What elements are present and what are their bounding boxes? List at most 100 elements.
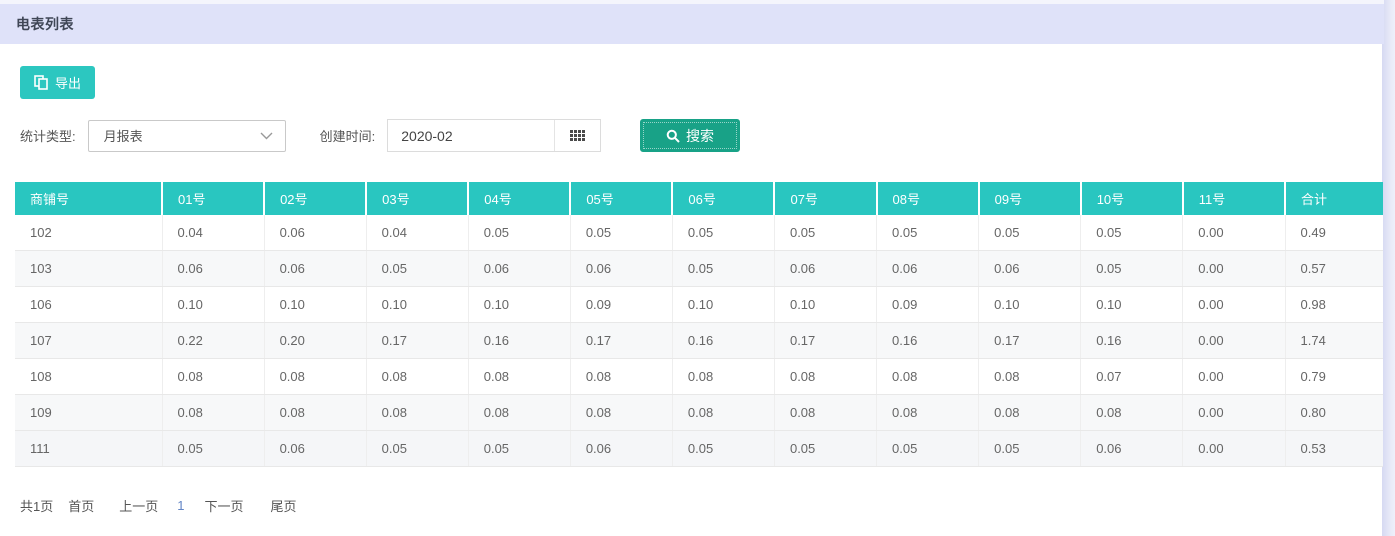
page-background-strip <box>1382 0 1395 536</box>
table-cell: 0.16 <box>672 323 774 359</box>
panel-header: 电表列表 <box>0 4 1384 44</box>
table-cell: 0.05 <box>366 251 468 287</box>
table-cell: 0.10 <box>264 287 366 323</box>
table-header: 商铺号01号02号03号04号05号06号07号08号09号10号11号合计 <box>15 182 1383 215</box>
table-cell: 0.08 <box>570 395 672 431</box>
table-cell: 0.49 <box>1285 215 1383 251</box>
table-cell: 0.06 <box>264 215 366 251</box>
table-cell: 0.08 <box>162 395 264 431</box>
table-cell: 0.98 <box>1285 287 1383 323</box>
table-cell: 0.08 <box>468 359 570 395</box>
table-cell: 0.04 <box>366 215 468 251</box>
table-cell: 1.74 <box>1285 323 1383 359</box>
table-cell: 0.00 <box>1183 323 1285 359</box>
table-cell: 0.09 <box>570 287 672 323</box>
table-cell: 0.06 <box>1081 431 1183 467</box>
table-row: 1110.050.060.050.050.060.050.050.050.050… <box>15 431 1383 467</box>
table-cell: 0.10 <box>162 287 264 323</box>
column-header: 03号 <box>366 182 468 215</box>
table-cell: 111 <box>15 431 162 467</box>
table-row: 1070.220.200.170.160.170.160.170.160.170… <box>15 323 1383 359</box>
copy-pages-icon <box>34 75 48 90</box>
column-header: 09号 <box>979 182 1081 215</box>
pagination-total: 共1页 <box>20 496 53 515</box>
page-title: 电表列表 <box>16 14 74 34</box>
table-cell: 0.08 <box>366 395 468 431</box>
table-cell: 0.05 <box>1081 215 1183 251</box>
table-row: 1030.060.060.050.060.060.050.060.060.060… <box>15 251 1383 287</box>
meter-table-container: 商铺号01号02号03号04号05号06号07号08号09号10号11号合计 1… <box>15 182 1383 467</box>
date-picker-button[interactable] <box>554 120 600 151</box>
table-cell: 0.04 <box>162 215 264 251</box>
table-cell: 0.05 <box>672 215 774 251</box>
table-cell: 0.05 <box>979 431 1081 467</box>
table-cell: 0.06 <box>570 431 672 467</box>
stat-type-label: 统计类型: <box>20 126 76 145</box>
pagination-prev[interactable]: 上一页 <box>119 496 158 515</box>
table-cell: 107 <box>15 323 162 359</box>
stat-type-select[interactable]: 月报表 <box>88 120 286 152</box>
column-header: 07号 <box>774 182 876 215</box>
column-header: 06号 <box>672 182 774 215</box>
table-cell: 108 <box>15 359 162 395</box>
table-cell: 0.10 <box>774 287 876 323</box>
create-time-label: 创建时间: <box>320 126 376 145</box>
pagination-last[interactable]: 尾页 <box>271 496 297 515</box>
table-cell: 0.00 <box>1183 287 1285 323</box>
table-cell: 0.22 <box>162 323 264 359</box>
table-cell: 0.08 <box>570 359 672 395</box>
table-cell: 0.06 <box>264 251 366 287</box>
pagination-first[interactable]: 首页 <box>68 496 94 515</box>
search-button[interactable]: 搜索 <box>640 119 740 152</box>
table-cell: 0.05 <box>1081 251 1183 287</box>
table-cell: 0.08 <box>1081 395 1183 431</box>
filter-row: 统计类型: 月报表 创建时间: <box>20 119 601 152</box>
table-cell: 0.08 <box>366 359 468 395</box>
column-header: 08号 <box>877 182 979 215</box>
table-cell: 0.53 <box>1285 431 1383 467</box>
stat-type-selected-value: 月报表 <box>104 126 143 145</box>
table-cell: 0.08 <box>877 359 979 395</box>
column-header: 01号 <box>162 182 264 215</box>
table-cell: 0.00 <box>1183 395 1285 431</box>
table-header-row: 商铺号01号02号03号04号05号06号07号08号09号10号11号合计 <box>15 182 1383 215</box>
table-cell: 0.09 <box>877 287 979 323</box>
table-cell: 0.05 <box>570 215 672 251</box>
pagination-next[interactable]: 下一页 <box>205 496 244 515</box>
table-row: 1020.040.060.040.050.050.050.050.050.050… <box>15 215 1383 251</box>
table-cell: 0.06 <box>877 251 979 287</box>
table-cell: 0.57 <box>1285 251 1383 287</box>
table-cell: 109 <box>15 395 162 431</box>
table-cell: 0.08 <box>979 359 1081 395</box>
table-cell: 0.05 <box>877 431 979 467</box>
table-row: 1080.080.080.080.080.080.080.080.080.080… <box>15 359 1383 395</box>
table-cell: 0.10 <box>672 287 774 323</box>
table-cell: 0.17 <box>774 323 876 359</box>
table-cell: 0.08 <box>979 395 1081 431</box>
pagination-page-1[interactable]: 1 <box>177 498 184 513</box>
table-cell: 0.00 <box>1183 251 1285 287</box>
export-button[interactable]: 导出 <box>20 66 95 99</box>
table-cell: 0.05 <box>774 431 876 467</box>
table-cell: 0.08 <box>774 359 876 395</box>
column-header: 02号 <box>264 182 366 215</box>
table-cell: 0.05 <box>979 215 1081 251</box>
table-cell: 0.06 <box>264 431 366 467</box>
table-cell: 0.05 <box>672 251 774 287</box>
column-header: 05号 <box>570 182 672 215</box>
column-header: 10号 <box>1081 182 1183 215</box>
table-cell: 0.10 <box>1081 287 1183 323</box>
table-cell: 0.00 <box>1183 359 1285 395</box>
table-cell: 0.16 <box>877 323 979 359</box>
search-button-label: 搜索 <box>686 126 714 146</box>
table-cell: 106 <box>15 287 162 323</box>
pagination: 共1页 首页 上一页 1 下一页 尾页 <box>20 494 297 516</box>
table-cell: 0.06 <box>570 251 672 287</box>
table-cell: 0.06 <box>979 251 1081 287</box>
table-cell: 0.06 <box>468 251 570 287</box>
table-cell: 0.06 <box>162 251 264 287</box>
table-cell: 0.06 <box>774 251 876 287</box>
create-time-input[interactable] <box>388 120 554 151</box>
table-cell: 0.05 <box>468 431 570 467</box>
meter-table: 商铺号01号02号03号04号05号06号07号08号09号10号11号合计 1… <box>15 182 1383 467</box>
